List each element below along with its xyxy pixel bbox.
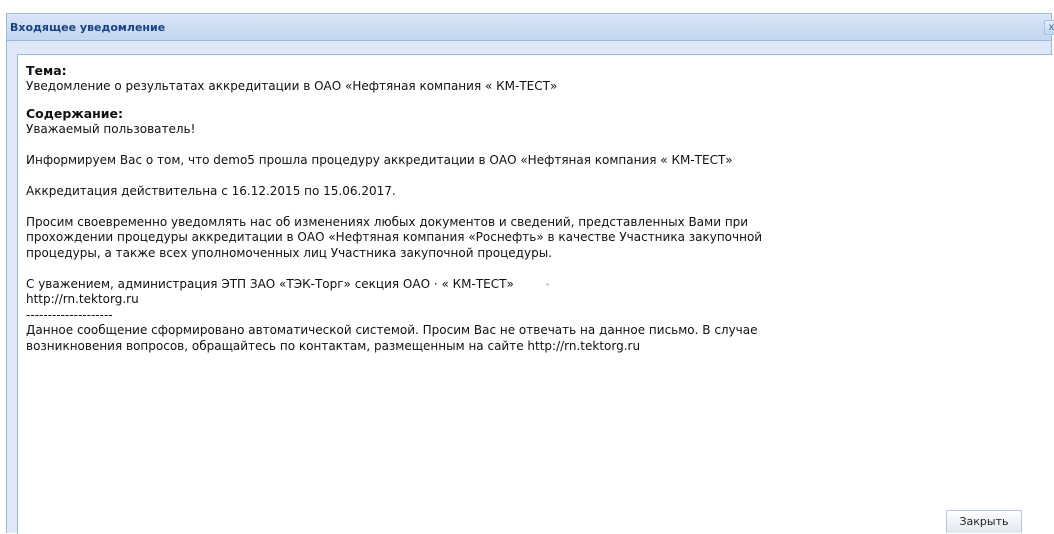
separator-line: -------------------- [26,307,113,322]
close-icon[interactable]: x [1044,20,1054,35]
validity-text: Аккредитация действительна с 16.12.2015 … [26,183,396,198]
request-line: прохождении процедуры аккредитации в ОАО… [26,230,763,244]
close-button[interactable]: Закрыть [946,510,1022,533]
subject-text: Уведомление о результатах аккредитации в… [26,78,558,93]
site-link: http://rn.tektorg.ru [26,292,139,306]
signature-text: С уважением, администрация ЭТП ЗАО «ТЭК-… [26,277,1053,293]
content-label: Содержание: [26,106,124,121]
greeting-text: Уважаемый пользователь! [26,121,196,136]
info-text: Информируем Вас о том, что demo5 прошла … [26,152,733,167]
message-content: Тема: Уведомление о результатах аккредит… [18,55,1053,354]
auto-notice-line: Данное сообщение сформировано автоматиче… [26,323,758,337]
signature-block: С уважением, администрация ЭТП ЗАО «ТЭК-… [26,277,1053,355]
message-body: Тема: Уведомление о результатах аккредит… [17,54,1053,534]
subject-label: Тема: [26,63,67,78]
window-titlebar[interactable]: Входящее уведомление x [7,14,1054,41]
auto-notice-line: возникновения вопросов, обращайтесь по к… [26,338,641,353]
window-title: Входящее уведомление [10,21,166,34]
request-paragraph: Просим своевременно уведомлять нас об из… [26,215,1053,262]
signature-label: С уважением, администрация ЭТП ЗАО «ТЭК-… [26,276,514,291]
decorative-dot [545,282,549,286]
request-line: Просим своевременно уведомлять нас об из… [26,214,749,229]
request-line: процедуры, а также всех уполномоченных л… [26,245,552,260]
notification-window: Входящее уведомление x Тема: Уведомление… [6,13,1054,534]
